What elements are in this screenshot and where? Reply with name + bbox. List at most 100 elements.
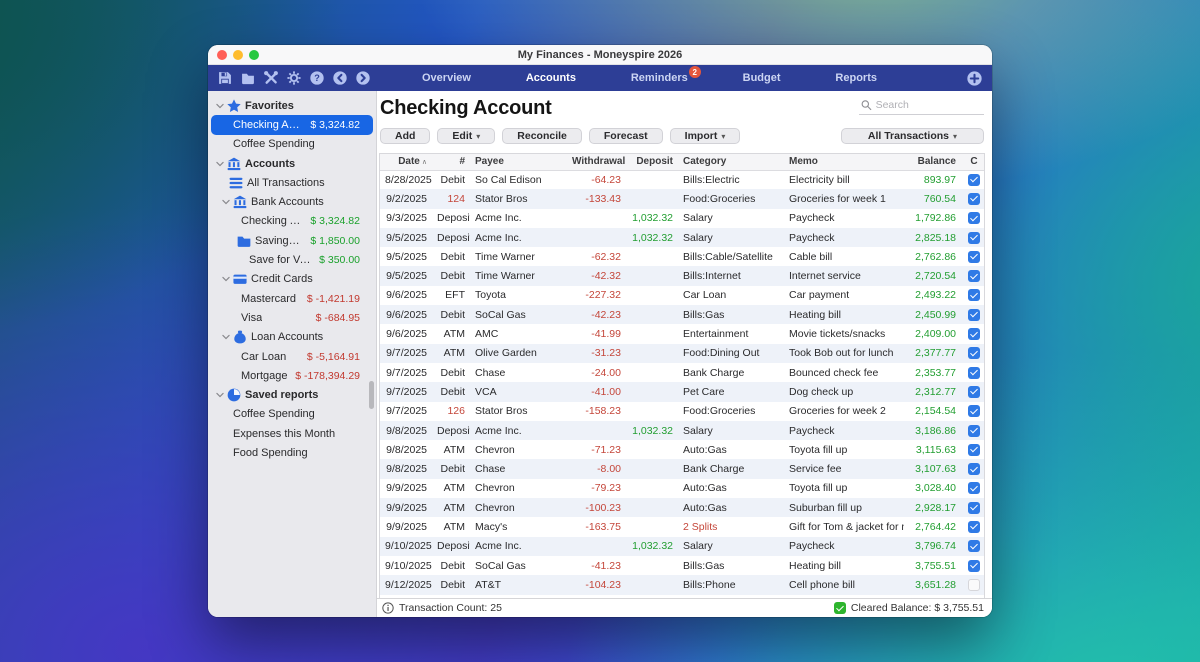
tools-icon[interactable] (264, 71, 278, 85)
sidebar-item-visa[interactable]: Visa$ -684.95 (211, 308, 373, 327)
settings-gear-icon[interactable] (287, 71, 301, 85)
cleared-checkbox[interactable] (968, 463, 980, 475)
cleared-checkbox[interactable] (968, 540, 980, 552)
nav-tab-reminders[interactable]: Reminders2 (631, 72, 688, 84)
sidebar-scrollbar[interactable] (369, 381, 374, 409)
back-icon[interactable] (333, 71, 347, 85)
chevron-down-icon[interactable] (215, 390, 225, 400)
nav-tab-budget[interactable]: Budget (743, 72, 781, 84)
transaction-row[interactable]: 8/28/2025DebitSo Cal Edison-64.23Bills:E… (380, 170, 985, 189)
edit-button[interactable]: Edit▾ (437, 128, 495, 144)
transaction-row[interactable]: 9/2/2025124Stator Bros-133.43Food:Grocer… (380, 189, 985, 208)
sidebar-item-savings-account[interactable]: Savings Account$ 1,850.00 (211, 231, 373, 250)
sidebar-item-loan-accounts[interactable]: Loan Accounts (211, 328, 373, 347)
sidebar-item-coffee-spending[interactable]: Coffee Spending (211, 135, 373, 154)
transaction-row[interactable]: 9/3/2025DepositAcme Inc.1,032.32SalaryPa… (380, 209, 985, 228)
sidebar-item-food-spending[interactable]: Food Spending (211, 443, 373, 462)
transaction-row[interactable]: 9/9/2025ATMMacy's-163.752 SplitsGift for… (380, 517, 985, 536)
cleared-checkbox[interactable] (968, 232, 980, 244)
column-header-deposit[interactable]: Deposit (626, 154, 678, 170)
sidebar-item-checking-account[interactable]: Checking Account$ 3,324.82 (211, 212, 373, 231)
chevron-down-icon[interactable] (221, 274, 231, 284)
cleared-checkbox[interactable] (968, 289, 980, 301)
cleared-checkbox[interactable] (968, 347, 980, 359)
column-header-num[interactable]: # (432, 154, 470, 170)
sidebar-item-mortgage[interactable]: Mortgage$ -178,394.29 (211, 366, 373, 385)
nav-tab-overview[interactable]: Overview (422, 72, 471, 84)
cleared-checkbox[interactable] (968, 386, 980, 398)
sidebar-item-credit-cards[interactable]: Credit Cards (211, 270, 373, 289)
cleared-checkbox[interactable] (968, 251, 980, 263)
nav-tab-accounts[interactable]: Accounts (526, 72, 576, 84)
cleared-checkbox[interactable] (968, 270, 980, 282)
sidebar-item-all-transactions[interactable]: All Transactions (211, 173, 373, 192)
cleared-checkbox[interactable] (968, 405, 980, 417)
transaction-row[interactable]: 9/7/2025DebitVCA-41.00Pet CareDog check … (380, 382, 985, 401)
transaction-row[interactable]: 9/8/2025ATMChevron-71.23Auto:GasToyota f… (380, 440, 985, 459)
cleared-checkbox[interactable] (968, 193, 980, 205)
sidebar-item-favorites[interactable]: Favorites (211, 96, 373, 115)
column-header-date[interactable]: Date∧ (380, 154, 432, 170)
transaction-row[interactable]: 9/9/2025ATMChevron-79.23Auto:GasToyota f… (380, 479, 985, 498)
plus-icon[interactable] (967, 71, 982, 86)
cleared-checkbox[interactable] (968, 309, 980, 321)
column-header-payee[interactable]: Payee (470, 154, 567, 170)
transaction-row[interactable]: 9/7/2025DebitChase-24.00Bank ChargeBounc… (380, 363, 985, 382)
help-icon[interactable]: ? (310, 71, 324, 85)
search-input[interactable] (876, 99, 982, 111)
cleared-checkbox[interactable] (968, 482, 980, 494)
search-field[interactable] (859, 97, 984, 115)
column-header-category[interactable]: Category (678, 154, 784, 170)
cleared-checkbox[interactable] (968, 560, 980, 572)
cleared-checkbox[interactable] (968, 425, 980, 437)
all-transactions-filter-button[interactable]: All Transactions▾ (841, 128, 984, 144)
transaction-row[interactable]: 9/10/2025DepositAcme Inc.1,032.32SalaryP… (380, 537, 985, 556)
forward-icon[interactable] (356, 71, 370, 85)
sidebar-item-coffee-spending[interactable]: Coffee Spending (211, 405, 373, 424)
sidebar-item-mastercard[interactable]: Mastercard$ -1,421.19 (211, 289, 373, 308)
chevron-down-icon[interactable] (221, 332, 231, 342)
cleared-checkbox[interactable] (968, 212, 980, 224)
cleared-checkbox[interactable] (968, 367, 980, 379)
transaction-row[interactable]: 9/12/2025DebitAT&T-104.23Bills:PhoneCell… (380, 575, 985, 594)
cleared-checkbox[interactable] (968, 579, 980, 591)
transaction-row[interactable]: 9/6/2025ATMAMC-41.99EntertainmentMovie t… (380, 324, 985, 343)
transaction-row[interactable]: 9/5/2025DepositAcme Inc.1,032.32SalaryPa… (380, 228, 985, 247)
sidebar-item-checking-account[interactable]: Checking Account$ 3,324.82 (211, 115, 373, 134)
transaction-row[interactable]: 9/8/2025DepositAcme Inc.1,032.32SalaryPa… (380, 421, 985, 440)
chevron-down-icon[interactable] (215, 101, 225, 111)
nav-tab-reports[interactable]: Reports (835, 72, 877, 84)
column-header-c[interactable]: C (961, 154, 985, 170)
cleared-checkbox[interactable] (968, 328, 980, 340)
sidebar-item-bank-accounts[interactable]: Bank Accounts (211, 192, 373, 211)
sidebar-item-expenses-this-month[interactable]: Expenses this Month (211, 424, 373, 443)
transaction-row[interactable]: 9/7/2025126Stator Bros-158.23Food:Grocer… (380, 402, 985, 421)
sidebar-item-car-loan[interactable]: Car Loan$ -5,164.91 (211, 347, 373, 366)
column-header-withdrawal[interactable]: Withdrawal (567, 154, 626, 170)
column-header-balance[interactable]: Balance (904, 154, 961, 170)
sidebar-item-save-for-vacati[interactable]: Save for Vacati...$ 350.00 (211, 250, 373, 269)
transaction-row[interactable]: 9/8/2025DebitChase-8.00Bank ChargeServic… (380, 459, 985, 478)
transaction-row[interactable]: 9/6/2025DebitSoCal Gas-42.23Bills:GasHea… (380, 305, 985, 324)
import-button[interactable]: Import▾ (670, 128, 741, 144)
cleared-checkbox[interactable] (968, 174, 980, 186)
transaction-row[interactable]: 9/10/2025DebitSoCal Gas-41.23Bills:GasHe… (380, 556, 985, 575)
save-icon[interactable] (218, 71, 232, 85)
sidebar-item-accounts[interactable]: Accounts (211, 154, 373, 173)
transaction-row[interactable]: 9/7/2025ATMOlive Garden-31.23Food:Dining… (380, 344, 985, 363)
column-header-memo[interactable]: Memo (784, 154, 904, 170)
add-button[interactable]: Add (380, 128, 430, 144)
sidebar-item-saved-reports[interactable]: Saved reports (211, 385, 373, 404)
chevron-down-icon[interactable] (221, 197, 231, 207)
transaction-row[interactable]: 9/5/2025DebitTime Warner-42.32Bills:Inte… (380, 266, 985, 285)
chevron-down-icon[interactable] (215, 159, 225, 169)
cleared-checkbox[interactable] (968, 521, 980, 533)
cleared-checkbox[interactable] (968, 502, 980, 514)
cleared-checkbox[interactable] (968, 444, 980, 456)
transaction-row[interactable]: 9/5/2025DebitTime Warner-62.32Bills:Cabl… (380, 247, 985, 266)
folder-icon[interactable] (241, 71, 255, 85)
forecast-button[interactable]: Forecast (589, 128, 663, 144)
transaction-row[interactable]: 9/6/2025EFTToyota-227.32Car LoanCar paym… (380, 286, 985, 305)
transaction-row[interactable]: 9/9/2025ATMChevron-100.23Auto:GasSuburba… (380, 498, 985, 517)
reconcile-button[interactable]: Reconcile (502, 128, 582, 144)
